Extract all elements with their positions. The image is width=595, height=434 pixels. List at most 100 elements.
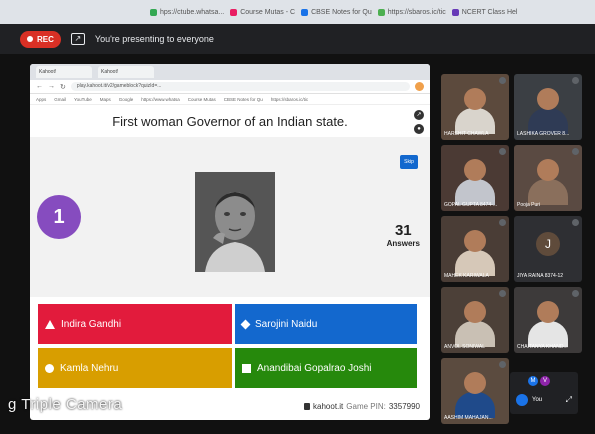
answer-option-red[interactable]: Indira Gandhi xyxy=(38,304,232,344)
answer-option-yellow[interactable]: Kamla Nehru xyxy=(38,348,232,388)
screen-frame: hps://ctube.whatsa... Course Mutas - C CBS… xyxy=(0,0,595,434)
host-tab[interactable]: hps://ctube.whatsa... xyxy=(150,8,225,16)
answer-option-blue[interactable]: Sarojini Naidu xyxy=(235,304,417,344)
question-text: First woman Governor of an Indian state. xyxy=(112,113,348,129)
mini-avatar[interactable]: M xyxy=(528,376,538,386)
participant-name: ANVOL SONIWAL xyxy=(444,344,486,350)
tab-favicon-icon xyxy=(377,8,385,16)
question-image xyxy=(195,172,275,272)
forward-icon[interactable]: → xyxy=(48,83,55,90)
tab-favicon-icon xyxy=(451,8,459,16)
participant-tile[interactable]: MAHEK KARIWALA xyxy=(441,216,509,282)
host-browser-tabs: hps://ctube.whatsa... Course Mutas - C CBS… xyxy=(0,0,595,24)
game-pin-footer: kahoot.it Game PIN: 3357990 xyxy=(304,402,420,411)
mic-off-icon xyxy=(499,361,506,368)
mic-off-icon xyxy=(499,290,506,297)
skip-button[interactable]: Skip xyxy=(400,155,418,169)
recording-badge: REC xyxy=(20,30,61,48)
bookmark-item[interactable]: Google xyxy=(119,97,134,102)
bookmark-item[interactable]: Maps xyxy=(100,97,111,102)
shared-screen: Kahoot! Kahoot! ← → ↻ play.kahoot.it/v2/… xyxy=(30,64,430,420)
timer-counter: 1 xyxy=(37,195,81,239)
host-tab[interactable]: https://sbaros.ic/tic xyxy=(377,8,446,16)
participant-tile[interactable]: Pooja Puri xyxy=(514,145,582,211)
participant-tile[interactable]: GOPAL GUPTA 8474-... xyxy=(441,145,509,211)
meet-top-bar: REC ↗ You're presenting to everyone xyxy=(0,24,595,54)
host-tab-label: hps://ctube.whatsa... xyxy=(160,8,225,16)
bookmark-item[interactable]: Course Mutas xyxy=(188,97,216,102)
host-tab[interactable]: NCERT Class Hel xyxy=(451,8,518,16)
answer-option-green[interactable]: Anandibai Gopalrao Joshi xyxy=(235,348,417,388)
host-tab[interactable]: Course Mutas - C xyxy=(230,8,296,16)
participant-tile[interactable]: HARSHIT CHAWLA xyxy=(441,74,509,140)
participant-name: AASHIM MAHAJAN... xyxy=(444,415,493,421)
triangle-icon xyxy=(45,319,55,329)
inner-address-bar: ← → ↻ play.kahoot.it/v2/gameblock?quizId… xyxy=(30,80,430,94)
tab-favicon-icon xyxy=(230,8,238,16)
fullscreen-icon[interactable]: ↗ xyxy=(414,110,424,120)
inner-url-field[interactable]: play.kahoot.it/v2/gameblock?quizId=... xyxy=(70,82,410,91)
answer-label: Anandibai Gopalrao Joshi xyxy=(257,362,372,374)
mic-off-icon xyxy=(499,77,506,84)
participant-name: LASHIKA GROVER 8... xyxy=(517,131,570,137)
game-pin-value: 3357990 xyxy=(388,402,420,411)
participant-tile[interactable]: ANVOL SONIWAL xyxy=(441,287,509,353)
camera-toggle-button[interactable] xyxy=(516,394,528,406)
mic-off-icon xyxy=(572,148,579,155)
participant-tile[interactable]: J JIYA RAINA 8374-12 xyxy=(514,216,582,282)
inner-browser-tabbar: Kahoot! Kahoot! xyxy=(30,64,430,80)
answer-label: Indira Gandhi xyxy=(61,318,122,330)
participant-tile[interactable]: CHAITANYA KHAND... xyxy=(514,287,582,353)
mini-avatar[interactable]: V xyxy=(540,376,550,386)
inner-tab[interactable]: Kahoot! xyxy=(36,66,92,78)
participant-name: HARSHIT CHAWLA xyxy=(444,131,489,137)
participant-name: CHAITANYA KHAND... xyxy=(517,344,568,350)
mini-avatars: MV xyxy=(528,376,550,386)
profile-avatar[interactable] xyxy=(415,82,424,91)
mic-off-icon xyxy=(572,77,579,84)
mic-off-icon xyxy=(499,219,506,226)
presenting-status: You're presenting to everyone xyxy=(94,34,214,44)
answer-label: Kamla Nehru xyxy=(60,362,119,374)
participant-face xyxy=(464,159,486,181)
settings-icon[interactable]: ● xyxy=(414,124,424,134)
bookmark-item[interactable]: Apps xyxy=(36,97,46,102)
host-tab-label: https://sbaros.ic/tic xyxy=(387,8,446,16)
answers-label: Answers xyxy=(386,239,420,248)
bookmark-item[interactable]: CBSE Notes for Qu xyxy=(224,97,263,102)
recording-label: REC xyxy=(37,34,54,44)
tab-favicon-icon xyxy=(150,8,157,16)
present-screen-icon[interactable]: ↗ xyxy=(70,33,85,45)
bookmark-item[interactable]: YouTube xyxy=(74,97,92,102)
diamond-icon xyxy=(240,319,251,329)
participant-tile[interactable]: LASHIKA GROVER 8... xyxy=(514,74,582,140)
bookmark-item[interactable]: https://sbaros.ic/tic xyxy=(271,97,308,102)
participant-tile[interactable]: AASHIM MAHAJAN... xyxy=(441,358,509,424)
back-icon[interactable]: ← xyxy=(36,83,43,90)
participant-name: JIYA RAINA 8374-12 xyxy=(517,273,564,279)
inner-tab[interactable]: Kahoot! xyxy=(98,66,154,78)
expand-icon[interactable]: ⤢ xyxy=(566,395,572,405)
portrait-image xyxy=(195,172,275,272)
lock-icon xyxy=(304,403,311,410)
host-tab[interactable]: CBSE Notes for Qu xyxy=(301,8,372,16)
host-tab-label: CBSE Notes for Qu xyxy=(311,8,372,16)
participant-face xyxy=(464,230,486,252)
participant-face xyxy=(537,301,559,323)
bookmark-item[interactable]: https://www.whatsa xyxy=(141,97,180,102)
reload-icon[interactable]: ↻ xyxy=(60,83,66,91)
question-bar: First woman Governor of an Indian state.… xyxy=(30,105,430,137)
host-tab-label: Course Mutas - C xyxy=(240,8,296,16)
participant-initial-avatar: J xyxy=(536,232,560,256)
self-label: You xyxy=(532,397,543,403)
camera-watermark: g Triple Camera xyxy=(8,396,123,413)
answer-label: Sarojini Naidu xyxy=(255,318,318,330)
bookmark-item[interactable]: Gmail xyxy=(54,97,66,102)
bookmarks-bar: Apps Gmail YouTube Maps Google https://www.wh… xyxy=(30,94,430,105)
record-dot-icon xyxy=(27,36,33,42)
participant-face xyxy=(464,301,486,323)
participant-name: Pooja Puri xyxy=(517,202,541,208)
mic-off-icon xyxy=(572,290,579,297)
participant-name: GOPAL GUPTA 8474-... xyxy=(444,202,497,208)
participant-face xyxy=(537,159,559,181)
